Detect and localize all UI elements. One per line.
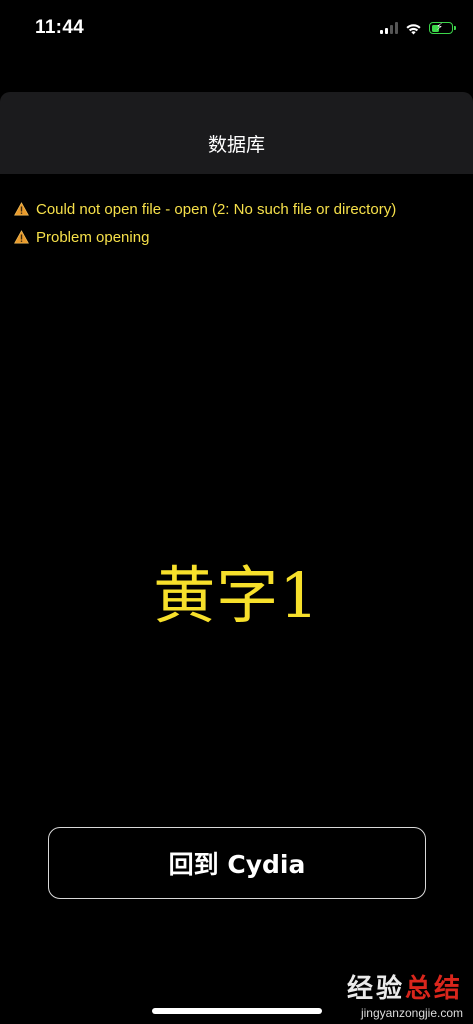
message-list: Could not open file - open (2: No such f… xyxy=(14,199,396,255)
warning-icon xyxy=(14,202,29,216)
wifi-icon xyxy=(406,23,421,34)
home-indicator[interactable] xyxy=(152,1008,322,1014)
message-text: Problem opening xyxy=(36,228,150,246)
watermark-url: jingyanzongjie.com xyxy=(360,1006,463,1020)
warning-icon xyxy=(14,230,29,244)
yellow-heading: 黄字1 xyxy=(153,559,320,632)
battery-charging-icon: ⚡ xyxy=(429,22,456,34)
watermark: 经验总结 jingyanzongjie.com xyxy=(347,968,463,1020)
list-item: Problem opening xyxy=(14,227,396,247)
cellular-signal-icon xyxy=(380,22,398,34)
list-item: Could not open file - open (2: No such f… xyxy=(14,199,396,219)
status-time: 11:44 xyxy=(35,17,85,38)
message-text: Could not open file - open (2: No such f… xyxy=(36,200,397,218)
status-icons: ⚡ xyxy=(380,20,456,36)
page-title: 数据库 xyxy=(207,134,265,156)
return-to-cydia-button[interactable]: 回到 Cydia xyxy=(48,827,426,899)
status-bar: 11:44 ⚡ xyxy=(0,0,473,60)
watermark-logo: 经验总结 xyxy=(346,974,463,1004)
